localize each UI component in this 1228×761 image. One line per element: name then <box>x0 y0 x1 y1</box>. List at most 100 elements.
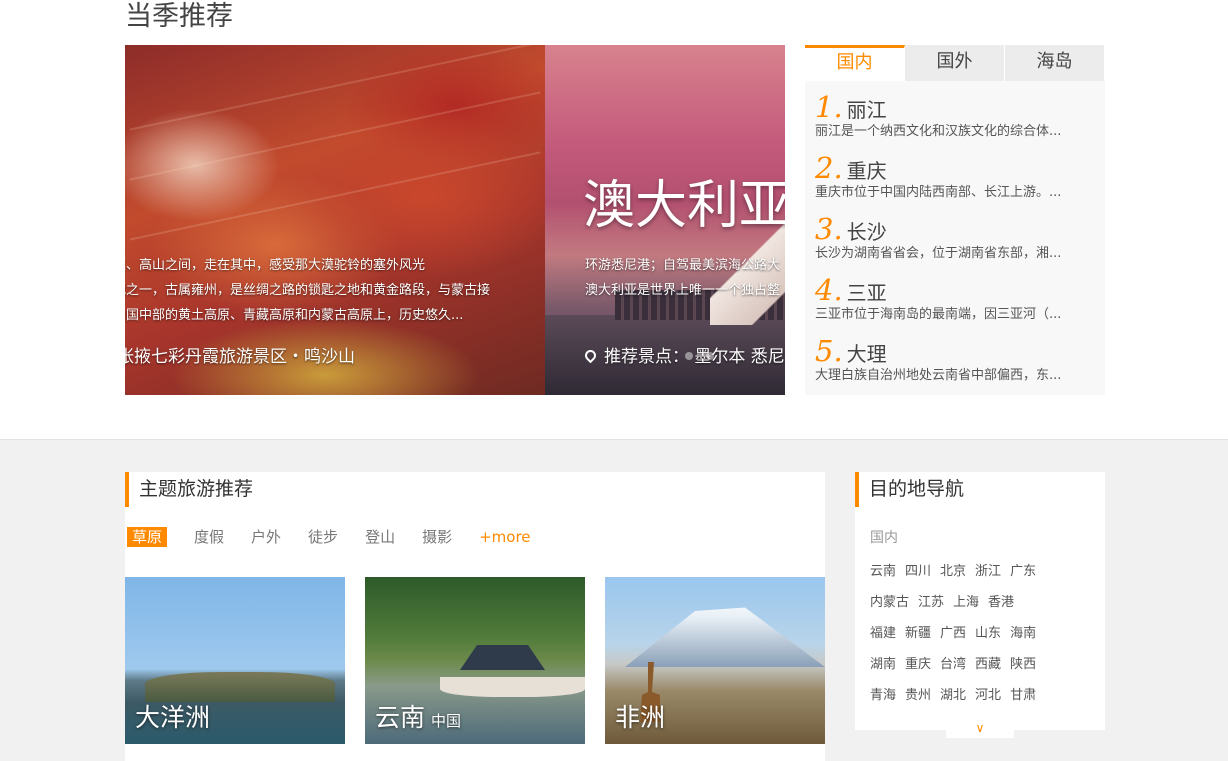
rank-name[interactable]: 长沙 <box>847 220 887 244</box>
destination-link[interactable]: 湖南 <box>870 655 896 675</box>
destination-link[interactable]: 河北 <box>975 686 1001 706</box>
destination-card-africa[interactable]: 非洲 <box>605 577 825 744</box>
card-label: 非洲 <box>615 698 665 734</box>
slide-caption: 张掖七彩丹霞旅游景区・鸣沙山 <box>125 347 355 367</box>
terrain-stripe <box>129 45 541 131</box>
rank-description: 大理白族自治州地处云南省中部偏西，东... <box>815 368 1062 383</box>
destination-link[interactable]: 新疆 <box>905 624 931 644</box>
location-pin-icon <box>582 347 599 364</box>
slide-title: 澳大利亚 <box>583 176 785 236</box>
category-label: 国内 <box>870 530 898 546</box>
destination-link[interactable]: 西藏 <box>975 655 1001 675</box>
tab-grassland[interactable]: 草原 <box>127 527 168 547</box>
rank-number: 2. <box>815 151 843 185</box>
rank-name[interactable]: 三亚 <box>847 281 887 305</box>
rank-description: 丽江是一个纳西文化和汉族文化的综合体... <box>815 124 1062 139</box>
rank-name[interactable]: 重庆 <box>847 159 887 183</box>
slide-zhangye[interactable]: 莫、高山之间，走在其中，感受那大漠驼铃的塞外风光 地之一，古属雍州，是丝绸之路的… <box>125 45 545 395</box>
carousel-dot[interactable] <box>685 352 693 360</box>
destination-link[interactable]: 北京 <box>940 562 966 582</box>
destination-card-yunnan[interactable]: 云南 中国 <box>365 577 585 744</box>
tab-domestic[interactable]: 国内 <box>805 45 905 81</box>
rank-item[interactable]: 2. 重庆 重庆市位于中国内陆西南部、长江上游。... <box>815 152 1095 202</box>
destination-link[interactable]: 台湾 <box>940 655 966 675</box>
card-title: 云南 <box>375 703 426 732</box>
destination-link[interactable]: 浙江 <box>975 562 1001 582</box>
destination-link[interactable]: 贵州 <box>905 686 931 706</box>
tab-overseas[interactable]: 国外 <box>905 45 1005 81</box>
destination-link[interactable]: 云南 <box>870 562 896 582</box>
rank-number: 3. <box>815 212 843 246</box>
bridge-shape <box>440 677 585 697</box>
card-subtitle: 中国 <box>431 712 462 730</box>
tab-islands[interactable]: 海岛 <box>1005 45 1105 81</box>
destination-row: 云南 四川 北京 浙江 广东 <box>870 560 1095 591</box>
tab-photography[interactable]: 摄影 <box>422 527 452 547</box>
slide-australia[interactable]: 澳大利亚 环游悉尼港；自驾最美滨海公路大 澳大利亚是世界上唯一一个独占整 推荐景… <box>545 45 785 395</box>
rank-description: 长沙为湖南省省会，位于湖南省东部，湘... <box>815 246 1062 261</box>
carousel-dots <box>685 345 722 364</box>
destination-card-oceania[interactable]: 大洋洲 <box>125 577 345 744</box>
rank-description: 重庆市位于中国内陆西南部、长江上游。... <box>815 185 1062 200</box>
slide-description: 环游悉尼港；自驾最美滨海公路大 澳大利亚是世界上唯一一个独占整 <box>585 253 785 303</box>
card-label: 云南 中国 <box>375 698 461 734</box>
rank-item[interactable]: 3. 长沙 长沙为湖南省省会，位于湖南省东部，湘... <box>815 213 1095 263</box>
rank-item[interactable]: 1. 丽江 丽江是一个纳西文化和汉族文化的综合体... <box>815 91 1095 141</box>
tab-outdoor[interactable]: 户外 <box>251 527 281 547</box>
card-title: 大洋洲 <box>135 703 211 732</box>
destination-link[interactable]: 海南 <box>1010 624 1036 644</box>
rank-number: 5. <box>815 334 843 368</box>
pavilion-roof-shape <box>460 645 545 670</box>
chevron-down-icon[interactable]: ∨ <box>946 722 1014 738</box>
tab-holiday[interactable]: 度假 <box>194 527 224 547</box>
terrain-stripe <box>129 91 541 181</box>
destination-link[interactable]: 内蒙古 <box>870 593 909 613</box>
rank-item[interactable]: 4. 三亚 三亚市位于海南岛的最南端，因三亚河（... <box>815 274 1095 324</box>
destination-link[interactable]: 青海 <box>870 686 896 706</box>
rank-number: 1. <box>815 90 843 124</box>
ranking-panel: 国内 国外 海岛 1. 丽江 丽江是一个纳西文化和汉族文化的综合体... 2. 重庆… <box>805 45 1105 395</box>
panel-title: 主题旅游推荐 <box>125 472 825 507</box>
slide-line: 中国中部的黄土高原、青藏高原和内蒙古高原上，历史悠久... <box>125 308 464 323</box>
rank-description: 三亚市位于海南岛的最南端，因三亚河（... <box>815 307 1062 322</box>
slide-line: 莫、高山之间，走在其中，感受那大漠驼铃的塞外风光 <box>125 258 426 273</box>
rank-number: 4. <box>815 273 843 307</box>
destination-link[interactable]: 陕西 <box>1010 655 1036 675</box>
destination-link[interactable]: 湖北 <box>940 686 966 706</box>
more-link[interactable]: +more <box>479 527 530 547</box>
card-label: 大洋洲 <box>135 698 210 734</box>
slide-description: 莫、高山之间，走在其中，感受那大漠驼铃的塞外风光 地之一，古属雍州，是丝绸之路的… <box>125 253 545 328</box>
destination-link[interactable]: 福建 <box>870 624 896 644</box>
destination-link[interactable]: 广西 <box>940 624 966 644</box>
destination-link[interactable]: 江苏 <box>918 593 944 613</box>
mountain-shape <box>625 607 825 667</box>
destination-link[interactable]: 甘肃 <box>1010 686 1036 706</box>
theme-tabs: 草原 度假 户外 徒步 登山 摄影 +more <box>127 527 558 547</box>
card-title: 非洲 <box>615 703 666 732</box>
destination-link[interactable]: 上海 <box>953 593 979 613</box>
destination-row: 内蒙古 江苏 上海 香港 <box>870 591 1095 622</box>
destination-nav-panel: 目的地导航 国内 云南 四川 北京 浙江 广东 内蒙古 江苏 上海 香港 福建 新疆 广西 山东 海南… <box>855 472 1105 738</box>
rank-name[interactable]: 丽江 <box>847 98 887 122</box>
destination-link[interactable]: 四川 <box>905 562 931 582</box>
destination-link[interactable]: 广东 <box>1010 562 1036 582</box>
slide-line: 澳大利亚是世界上唯一一个独占整 <box>585 283 781 298</box>
ranking-tabs: 国内 国外 海岛 <box>805 45 1105 81</box>
destination-row: 福建 新疆 广西 山东 海南 <box>870 622 1095 653</box>
season-section: 当季推荐 莫、高山之间，走在其中，感受那大漠驼铃的塞外风光 地之一，古属雍州，是… <box>0 0 1228 440</box>
destination-row: 湖南 重庆 台湾 西藏 陕西 <box>870 653 1095 684</box>
destination-grid: 云南 四川 北京 浙江 广东 内蒙古 江苏 上海 香港 福建 新疆 广西 山东 海南 湖南 重庆 台湾 西藏… <box>870 560 1095 715</box>
destination-link[interactable]: 重庆 <box>905 655 931 675</box>
destination-link[interactable]: 香港 <box>988 593 1014 613</box>
theme-travel-panel: 主题旅游推荐 草原 度假 户外 徒步 登山 摄影 +more 大洋洲 云南 中国 非洲 <box>125 472 825 761</box>
carousel-dot[interactable] <box>706 352 715 360</box>
destination-row: 青海 贵州 湖北 河北 甘肃 <box>870 684 1095 715</box>
slide-line: 地之一，古属雍州，是丝绸之路的锁匙之地和黄金路段，与蒙古接 <box>125 283 491 298</box>
rank-item[interactable]: 5. 大理 大理白族自治州地处云南省中部偏西，东... <box>815 335 1095 385</box>
destination-link[interactable]: 山东 <box>975 624 1001 644</box>
tab-hiking[interactable]: 徒步 <box>308 527 338 547</box>
panel-title: 目的地导航 <box>855 472 1105 507</box>
rank-name[interactable]: 大理 <box>847 342 887 366</box>
slide-line: 环游悉尼港；自驾最美滨海公路大 <box>585 258 781 273</box>
tab-climbing[interactable]: 登山 <box>365 527 395 547</box>
